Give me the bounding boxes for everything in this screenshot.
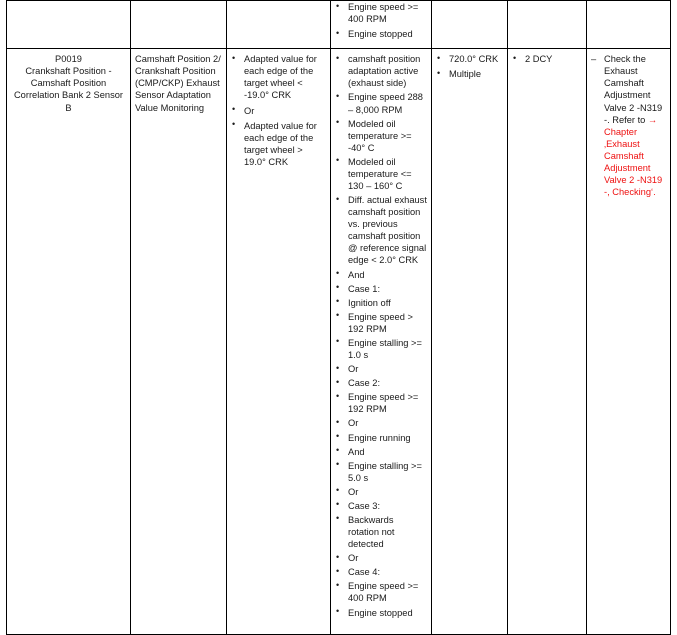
- list-item-label: 2 DCY: [525, 54, 553, 65]
- list-item-label: Engine stalling >= 5.0 s: [348, 460, 422, 483]
- list-item: camshaft position adaptation active (exh…: [335, 53, 427, 89]
- list-item-label: Engine speed >= 400 RPM: [348, 2, 419, 25]
- list-item-label: And: [348, 446, 365, 457]
- document-page: Engine speed >= 400 RPM Engine stopped P…: [0, 0, 677, 635]
- list-item-label: Multiple: [449, 69, 482, 80]
- list-item: 2 DCY: [512, 53, 582, 65]
- list-item: Case 3:: [335, 499, 427, 512]
- list-item-label: Adapted value for each edge of the targe…: [244, 54, 317, 101]
- monitoring-time-list: 720.0° CRK Multiple: [436, 53, 503, 80]
- cell-dtc-code: [6, 0, 131, 50]
- list-item-label: Backwards rotation not detected: [348, 514, 395, 550]
- list-item: Diff. actual exhaust camshaft position v…: [335, 194, 427, 266]
- list-item-label: Adapted value for each edge of the targe…: [244, 120, 317, 167]
- list-item: Case 4:: [335, 566, 427, 578]
- list-item-label: Case 1:: [348, 283, 381, 294]
- cell-monitoring-time: [431, 0, 508, 50]
- list-item: Or: [335, 485, 427, 498]
- list-item: Case 2:: [335, 377, 427, 389]
- table-row: Engine speed >= 400 RPM Engine stopped: [6, 0, 671, 50]
- list-item-label: camshaft position adaptation active (exh…: [348, 54, 421, 89]
- list-item-label: Engine speed >= 192 RPM: [348, 392, 419, 415]
- list-item: 720.0° CRK: [436, 53, 503, 65]
- list-item: Or: [335, 363, 427, 375]
- cell-enable-conditions: camshaft position adaptation active (exh…: [330, 48, 432, 635]
- chapter-cross-reference-link[interactable]: → Chapter ‚Exhaust Camshaft Adjustment V…: [604, 115, 662, 197]
- list-item: Engine speed 288 – 8,000 RPM: [335, 91, 427, 115]
- list-item: Check the Exhaust Camshaft Adjustment Va…: [591, 53, 666, 198]
- list-item: And: [335, 268, 427, 281]
- cell-mil-illumination: [507, 0, 587, 50]
- repair-instruction-list: Check the Exhaust Camshaft Adjustment Va…: [591, 53, 666, 198]
- list-item-label: Diff. actual exhaust camshaft position v…: [348, 195, 427, 266]
- enable-conditions-list: Engine speed >= 400 RPM Engine stopped: [335, 0, 427, 40]
- list-item-label: Or: [348, 486, 359, 497]
- list-item: Engine stalling >= 1.0 s: [335, 336, 427, 361]
- list-item-label: Or: [348, 418, 359, 429]
- malfunction-criteria-list: Adapted value for each edge of the targe…: [231, 53, 326, 168]
- list-item-label: Or: [244, 105, 255, 116]
- list-item: Engine speed > 192 RPM: [335, 310, 427, 335]
- list-item-label: Engine stalling >= 1.0 s: [348, 337, 422, 361]
- list-item: Modeled oil temperature >= -40° C: [335, 117, 427, 154]
- list-item-label: Engine speed > 192 RPM: [348, 311, 413, 334]
- cell-repair-instruction: Check the Exhaust Camshaft Adjustment Va…: [586, 48, 671, 635]
- cell-repair-instruction: [586, 0, 671, 50]
- list-item-label: Case 3:: [348, 500, 381, 511]
- list-item-label: Ignition off: [348, 297, 391, 308]
- list-item-label: Modeled oil temperature >= -40° C: [348, 118, 412, 153]
- table-row: P0019 Crankshaft Position - Camshaft Pos…: [6, 48, 671, 635]
- list-item: Engine speed >= 192 RPM: [335, 391, 427, 415]
- list-item: Multiple: [436, 68, 503, 80]
- list-item: Engine stopped: [335, 606, 427, 619]
- list-item: Or: [335, 552, 427, 564]
- list-item-label: Engine speed >= 400 RPM: [348, 581, 419, 604]
- dtc-code-text: P0019 Crankshaft Position - Camshaft Pos…: [13, 54, 124, 113]
- list-item-label: Or: [348, 364, 359, 375]
- list-item-label: Engine stopped: [348, 29, 413, 40]
- list-item: Case 1:: [335, 282, 427, 295]
- cell-dtc-code: P0019 Crankshaft Position - Camshaft Pos…: [6, 48, 131, 635]
- list-item: Modeled oil temperature <= 130 – 160° C: [335, 155, 427, 192]
- list-item-label: Or: [348, 553, 359, 564]
- list-item: Adapted value for each edge of the targe…: [231, 119, 326, 168]
- list-item: Engine stalling >= 5.0 s: [335, 459, 427, 484]
- list-item: Ignition off: [335, 296, 427, 309]
- list-item: Or: [231, 104, 326, 117]
- cell-mil-illumination: 2 DCY: [507, 48, 587, 635]
- dtc-fault-table: Engine speed >= 400 RPM Engine stopped P…: [6, 0, 671, 635]
- list-item: Backwards rotation not detected: [335, 513, 427, 550]
- cell-malfunction-criteria: Adapted value for each edge of the targe…: [226, 48, 331, 635]
- list-item-label: Case 4:: [348, 567, 381, 578]
- list-item-label: Modeled oil temperature <= 130 – 160° C: [348, 156, 412, 192]
- list-item-label: And: [348, 269, 365, 280]
- list-item-label: Case 2:: [348, 378, 381, 389]
- list-item: Engine running: [335, 431, 427, 444]
- mil-illumination-list: 2 DCY: [512, 53, 582, 65]
- cell-malfunction-criteria: [226, 0, 331, 50]
- list-item: Adapted value for each edge of the targe…: [231, 53, 326, 101]
- function-monitored-text: Camshaft Position 2/ Crankshaft Position…: [135, 54, 221, 113]
- list-item-label: Engine running: [348, 432, 411, 443]
- list-item-label: 720.0° CRK: [449, 54, 499, 65]
- list-item: And: [335, 445, 427, 458]
- cell-enable-conditions: Engine speed >= 400 RPM Engine stopped: [330, 0, 432, 50]
- list-item: Engine speed >= 400 RPM: [335, 580, 427, 604]
- cell-function-monitored: [130, 0, 227, 50]
- list-item-label: Engine speed 288 – 8,000 RPM: [348, 92, 423, 115]
- cell-function-monitored: Camshaft Position 2/ Crankshaft Position…: [130, 48, 227, 635]
- enable-conditions-list: camshaft position adaptation active (exh…: [335, 53, 427, 618]
- list-item: Engine speed >= 400 RPM: [335, 0, 427, 25]
- list-item: Engine stopped: [335, 28, 427, 40]
- list-item-label: Engine stopped: [348, 607, 413, 618]
- list-item: Or: [335, 417, 427, 429]
- cell-monitoring-time: 720.0° CRK Multiple: [431, 48, 508, 635]
